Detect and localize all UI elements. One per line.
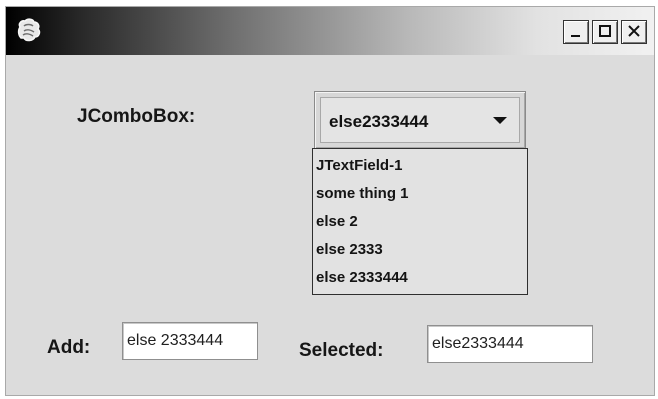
combo-popup-list: JTextField-1 some thing 1 else 2 else 23… [312,148,528,295]
close-icon [626,23,642,42]
combo-display[interactable]: else2333444 [320,97,520,143]
combo-option[interactable]: some thing 1 [313,180,527,208]
maximize-button[interactable] [592,20,618,44]
app-icon [16,18,42,43]
combo-option[interactable]: else 2 [313,208,527,236]
jcombobox[interactable]: else2333444 [314,91,526,149]
window-controls [563,20,647,44]
title-bar[interactable] [6,7,654,55]
combo-option[interactable]: JTextField-1 [313,152,527,180]
combo-label: JComboBox: [77,106,196,127]
add-label: Add: [47,337,91,358]
combo-option[interactable]: else 2333 [313,236,527,264]
maximize-icon [597,23,613,42]
selected-label: Selected: [299,340,384,361]
selected-input[interactable] [427,325,593,363]
application-window: JComboBox: else2333444 JTextField-1 some… [5,6,655,396]
dropdown-arrow-icon[interactable] [491,114,509,128]
close-button[interactable] [621,20,647,44]
add-input[interactable] [122,322,258,360]
form-content: JComboBox: else2333444 JTextField-1 some… [6,55,654,395]
combo-option[interactable]: else 2333444 [313,264,527,292]
combo-selected-value: else2333444 [329,112,429,131]
minimize-button[interactable] [563,20,589,44]
minimize-icon [568,23,584,42]
